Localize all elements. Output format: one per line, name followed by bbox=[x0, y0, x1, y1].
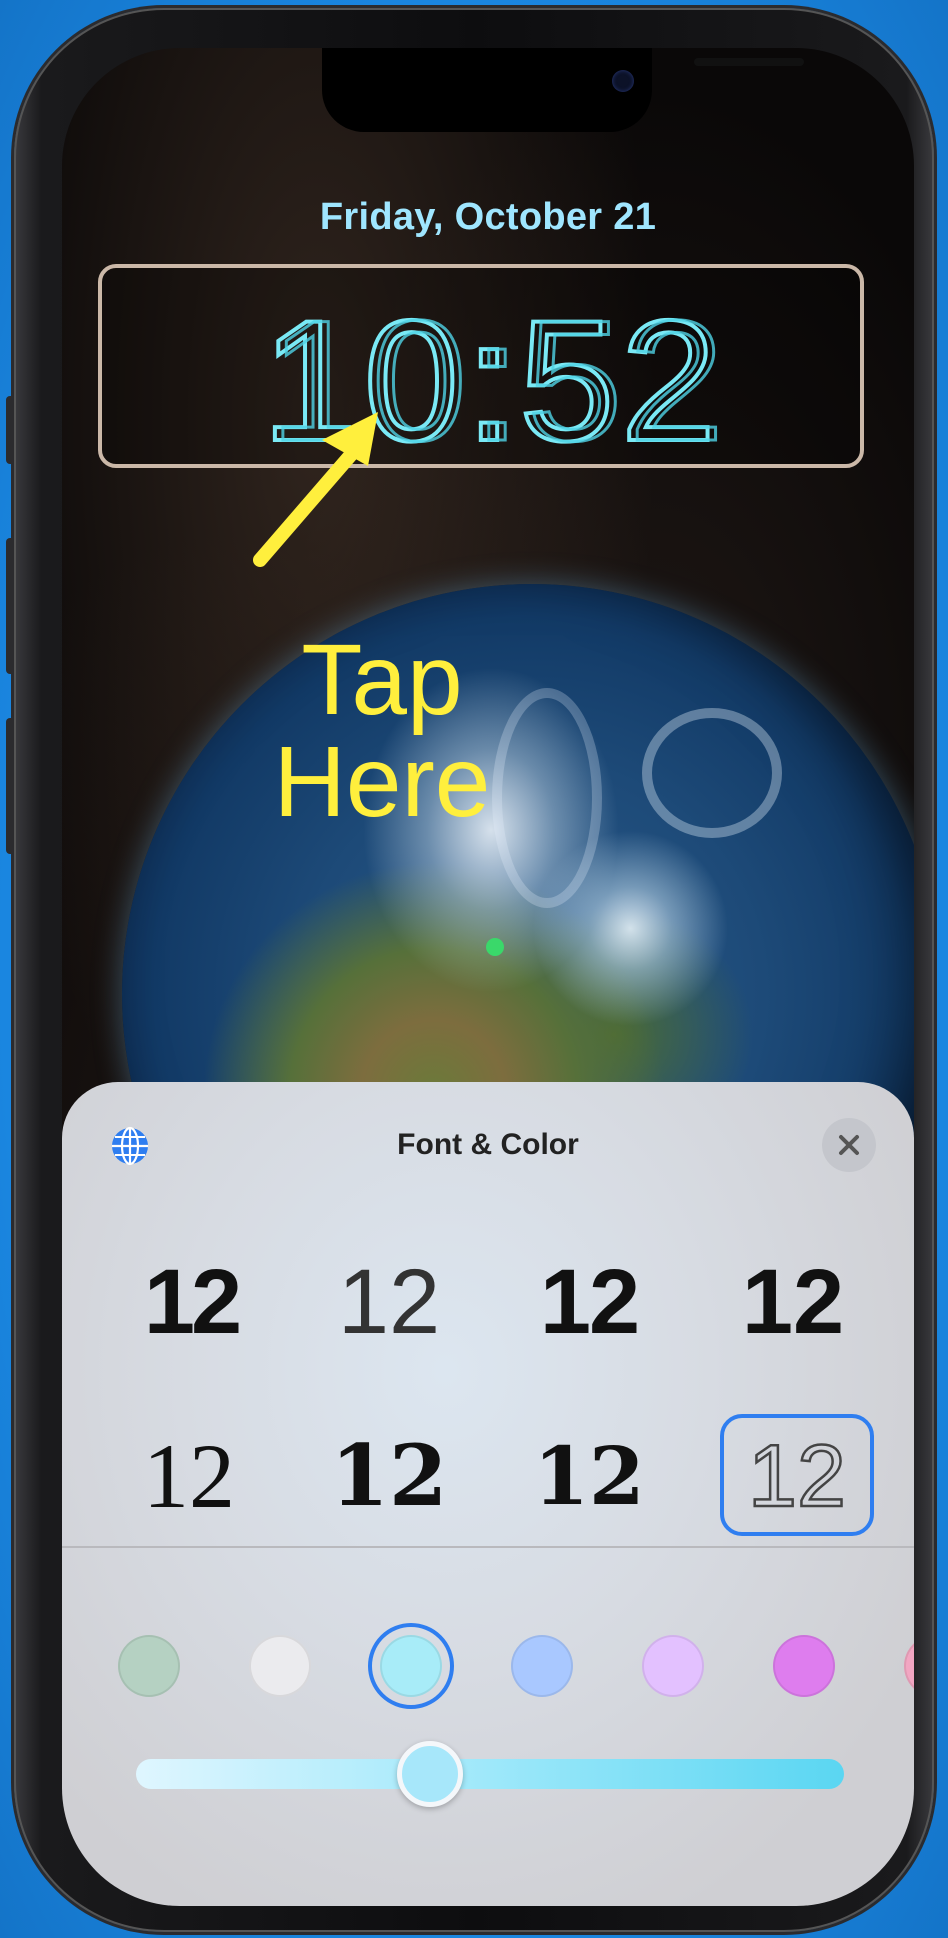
font-option-rounded-bold[interactable]: 12 bbox=[718, 1242, 868, 1362]
location-dot bbox=[486, 938, 504, 956]
lock-screen: Friday, October 21 10:52 10:52 Tap Here bbox=[62, 48, 914, 1906]
color-swatch[interactable] bbox=[642, 1635, 704, 1697]
slider-thumb[interactable] bbox=[397, 1741, 463, 1807]
close-icon bbox=[839, 1135, 859, 1155]
color-swatch-selected-ring bbox=[368, 1623, 454, 1709]
font-option-serif[interactable]: 12 bbox=[114, 1416, 264, 1536]
color-swatch[interactable] bbox=[773, 1635, 835, 1697]
font-option-sans-bold[interactable]: 12 bbox=[116, 1242, 266, 1362]
color-swatch[interactable] bbox=[249, 1635, 311, 1697]
font-option-slab[interactable]: 12 bbox=[514, 1416, 664, 1536]
color-swatch[interactable] bbox=[511, 1635, 573, 1697]
font-option-sans-heavy[interactable]: 12 bbox=[514, 1242, 664, 1362]
sheet-title: Font & Color bbox=[397, 1128, 579, 1161]
sheet-divider bbox=[62, 1546, 914, 1548]
font-option-stencil-outline[interactable]: 12 bbox=[720, 1414, 874, 1536]
close-button[interactable] bbox=[822, 1118, 876, 1172]
color-swatch[interactable] bbox=[118, 1635, 180, 1697]
phone-frame: Friday, October 21 10:52 10:52 Tap Here bbox=[14, 8, 934, 1932]
annotation-tap: Tap bbox=[301, 624, 463, 736]
color-intensity-slider[interactable] bbox=[136, 1759, 844, 1789]
font-option-stencil-label: 12 bbox=[748, 1426, 846, 1525]
font-option-serif-heavy[interactable]: 12 bbox=[314, 1416, 464, 1536]
annotation-here: Here bbox=[273, 726, 491, 838]
font-option-sans-thin[interactable]: 12 bbox=[314, 1242, 464, 1362]
